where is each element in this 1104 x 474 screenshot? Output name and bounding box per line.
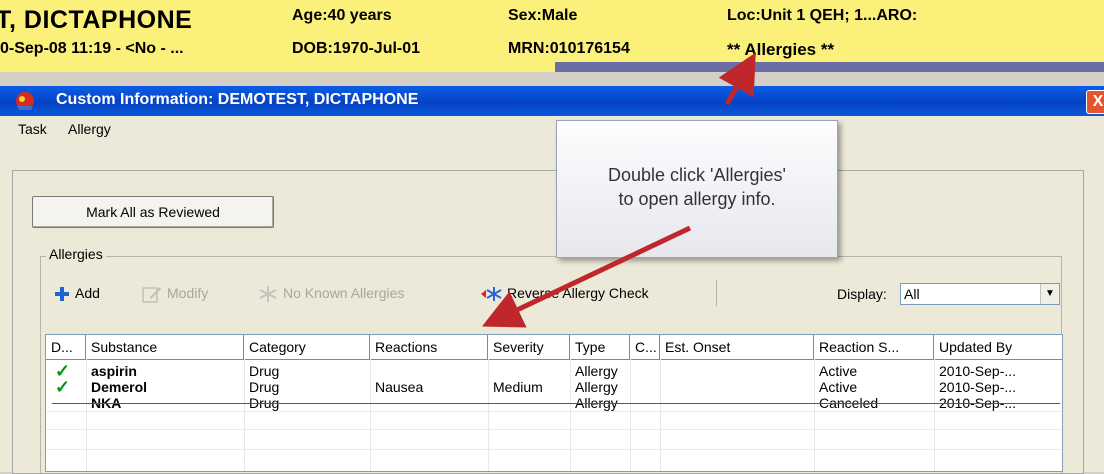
arrow-to-allergy-table — [481, 225, 692, 328]
arrow-to-allergies-banner — [718, 52, 756, 106]
annotation-arrows — [481, 52, 756, 328]
